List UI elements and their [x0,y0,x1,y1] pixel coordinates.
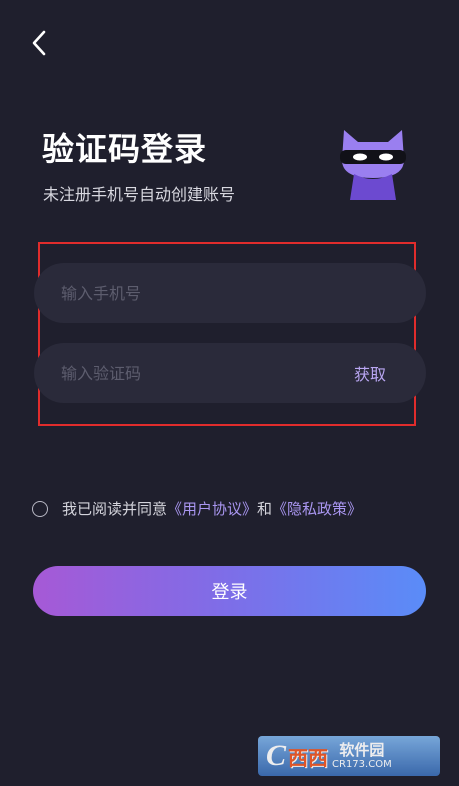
watermark-brand: 软件园 [339,741,385,759]
chevron-left-icon [32,30,46,56]
get-code-button[interactable]: 获取 [354,361,386,385]
watermark-name: 西西 [288,745,329,770]
watermark-c-logo: C [266,739,287,772]
phone-input[interactable] [61,283,386,303]
verification-code-field[interactable]: 获取 [34,343,426,403]
masked-cat-icon [340,130,406,200]
verification-code-input[interactable] [61,363,354,383]
phone-field[interactable] [34,263,426,323]
watermark-url: CR173.COM [332,759,392,770]
agreement-row: 我已阅读并同意 《用户协议》 和 《隐私政策》 [32,498,362,519]
watermark-logo: C 西西 软件园 CR173.COM [258,736,440,776]
page-title: 验证码登录 [42,130,208,168]
login-button[interactable]: 登录 [33,566,426,616]
back-button[interactable] [24,26,54,60]
user-agreement-link[interactable]: 《用户协议》 [167,498,257,519]
page-subtitle: 未注册手机号自动创建账号 [43,185,236,204]
agreement-text: 我已阅读并同意 [62,500,168,518]
privacy-policy-link[interactable]: 《隐私政策》 [272,498,362,519]
agreement-radio[interactable] [32,500,48,517]
agreement-conjunction: 和 [257,500,273,518]
